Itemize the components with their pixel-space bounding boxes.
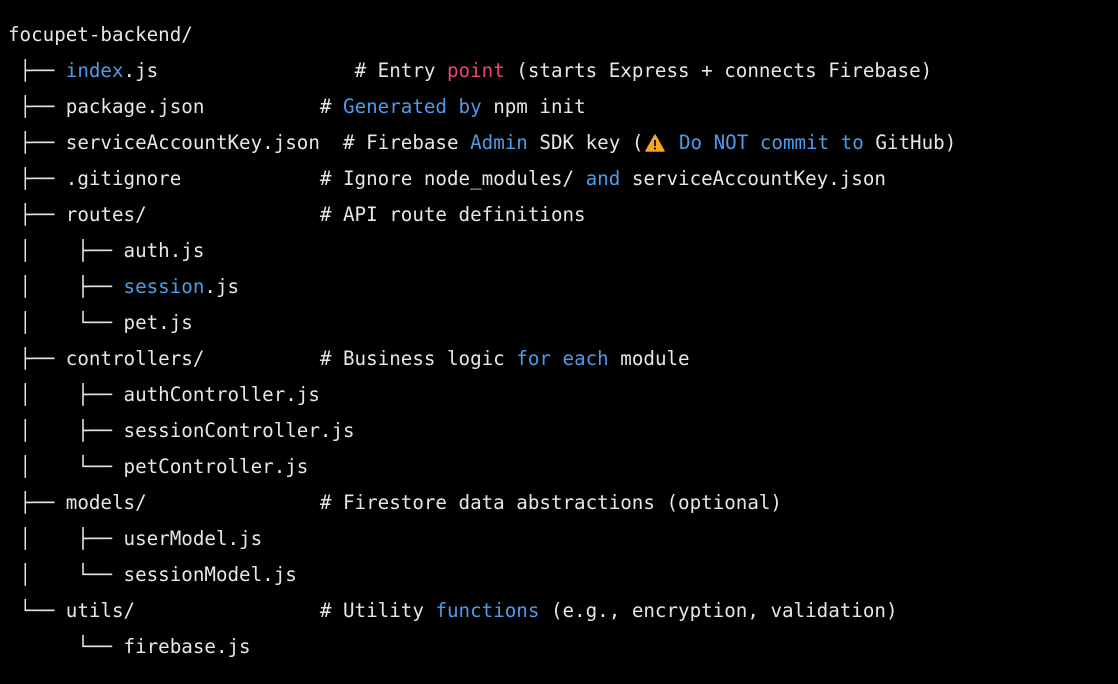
tree-connector: │ ├──	[8, 239, 124, 262]
code-text: auth.js	[123, 239, 205, 262]
code-line: │ ├── auth.js	[8, 235, 1118, 271]
code-keyword: to	[840, 131, 864, 154]
code-keyword: Do	[678, 131, 703, 154]
code-line: ├── controllers/ # Business logic for ea…	[8, 343, 1118, 379]
code-keyword: index	[65, 59, 124, 82]
code-line: │ ├── userModel.js	[8, 523, 1118, 559]
code-text: .js	[204, 275, 240, 298]
tree-connector: ├──	[8, 167, 66, 190]
code-keyword: and	[585, 167, 621, 190]
code-line: └── utils/ # Utility functions (e.g., en…	[8, 595, 1118, 631]
tree-connector: ├──	[8, 95, 66, 118]
code-text: npm init	[481, 95, 586, 118]
warning-icon	[645, 134, 666, 152]
code-line: ├── index.js # Entry point (starts Expre…	[8, 55, 1118, 91]
code-text: sessionModel.js	[123, 563, 297, 586]
code-text: .js # Entry	[123, 59, 447, 82]
code-text: authController.js	[123, 383, 320, 406]
code-keyword: NOT	[713, 131, 749, 154]
tree-connector: ├──	[8, 203, 66, 226]
code-text: serviceAccountKey.json # Firebase	[65, 131, 471, 154]
code-line: │ └── pet.js	[8, 307, 1118, 343]
code-keyword: for	[516, 347, 551, 370]
code-text: sessionController.js	[123, 419, 355, 442]
code-line: └── firebase.js	[8, 631, 1118, 667]
code-keyword: each	[562, 347, 609, 370]
code-line: │ ├── sessionController.js	[8, 415, 1118, 451]
code-text: userModel.js	[123, 527, 263, 550]
tree-connector: │ ├──	[8, 527, 124, 550]
tree-connector: ├──	[8, 491, 66, 514]
code-keyword: point	[446, 59, 505, 82]
code-text: (e.g., encryption, validation)	[539, 599, 898, 622]
code-text: SDK key (	[527, 131, 644, 154]
code-text: .gitignore # Ignore node_modules/	[65, 167, 586, 190]
tree-connector: ├──	[8, 347, 66, 370]
code-line: ├── routes/ # API route definitions	[8, 199, 1118, 235]
code-text: firebase.js	[123, 635, 251, 658]
tree-connector: └──	[8, 599, 66, 622]
tree-connector: │ └──	[8, 563, 124, 586]
code-text: controllers/ # Business logic	[65, 347, 517, 370]
code-text: pet.js	[123, 311, 193, 334]
tree-connector: ├──	[8, 59, 66, 82]
code-line: ├── models/ # Firestore data abstraction…	[8, 487, 1118, 523]
tree-connector: │ ├──	[8, 275, 124, 298]
code-line: │ └── sessionModel.js	[8, 559, 1118, 595]
code-line: │ ├── session.js	[8, 271, 1118, 307]
code-keyword: session	[123, 275, 205, 298]
tree-connector: └──	[8, 635, 124, 658]
tree-connector: ├──	[8, 131, 66, 154]
code-line: ├── package.json # Generated by npm init	[8, 91, 1118, 127]
code-keyword: Admin	[470, 131, 528, 154]
code-text: petController.js	[123, 455, 309, 478]
code-keyword: Generated	[343, 95, 447, 118]
code-keyword: commit	[759, 131, 830, 154]
code-keyword: by	[458, 95, 482, 118]
code-line: │ ├── authController.js	[8, 379, 1118, 415]
code-text: routes/ # API route definitions	[65, 203, 586, 226]
code-line: ├── serviceAccountKey.json # Firebase Ad…	[8, 127, 1118, 163]
code-text: serviceAccountKey.json	[620, 167, 886, 190]
code-text: GitHub)	[863, 131, 957, 154]
code-keyword: functions	[435, 599, 540, 622]
code-block: focupet-backend/ ├── index.js # Entry po…	[0, 0, 1118, 684]
code-text: models/ # Firestore data abstractions (o…	[65, 491, 782, 514]
tree-connector: │ ├──	[8, 383, 124, 406]
code-line: ├── .gitignore # Ignore node_modules/ an…	[8, 163, 1118, 199]
tree-connector: │ └──	[8, 311, 124, 334]
tree-connector: │ └──	[8, 455, 124, 478]
code-text: focupet-backend/	[8, 23, 193, 46]
code-text: module	[608, 347, 690, 370]
code-text: (starts Express + connects Firebase)	[504, 59, 933, 82]
code-text: package.json #	[65, 95, 344, 118]
tree-connector: │ ├──	[8, 419, 124, 442]
code-text: utils/ # Utility	[65, 599, 436, 622]
code-line: │ └── petController.js	[8, 451, 1118, 487]
code-line: focupet-backend/	[8, 19, 1118, 55]
